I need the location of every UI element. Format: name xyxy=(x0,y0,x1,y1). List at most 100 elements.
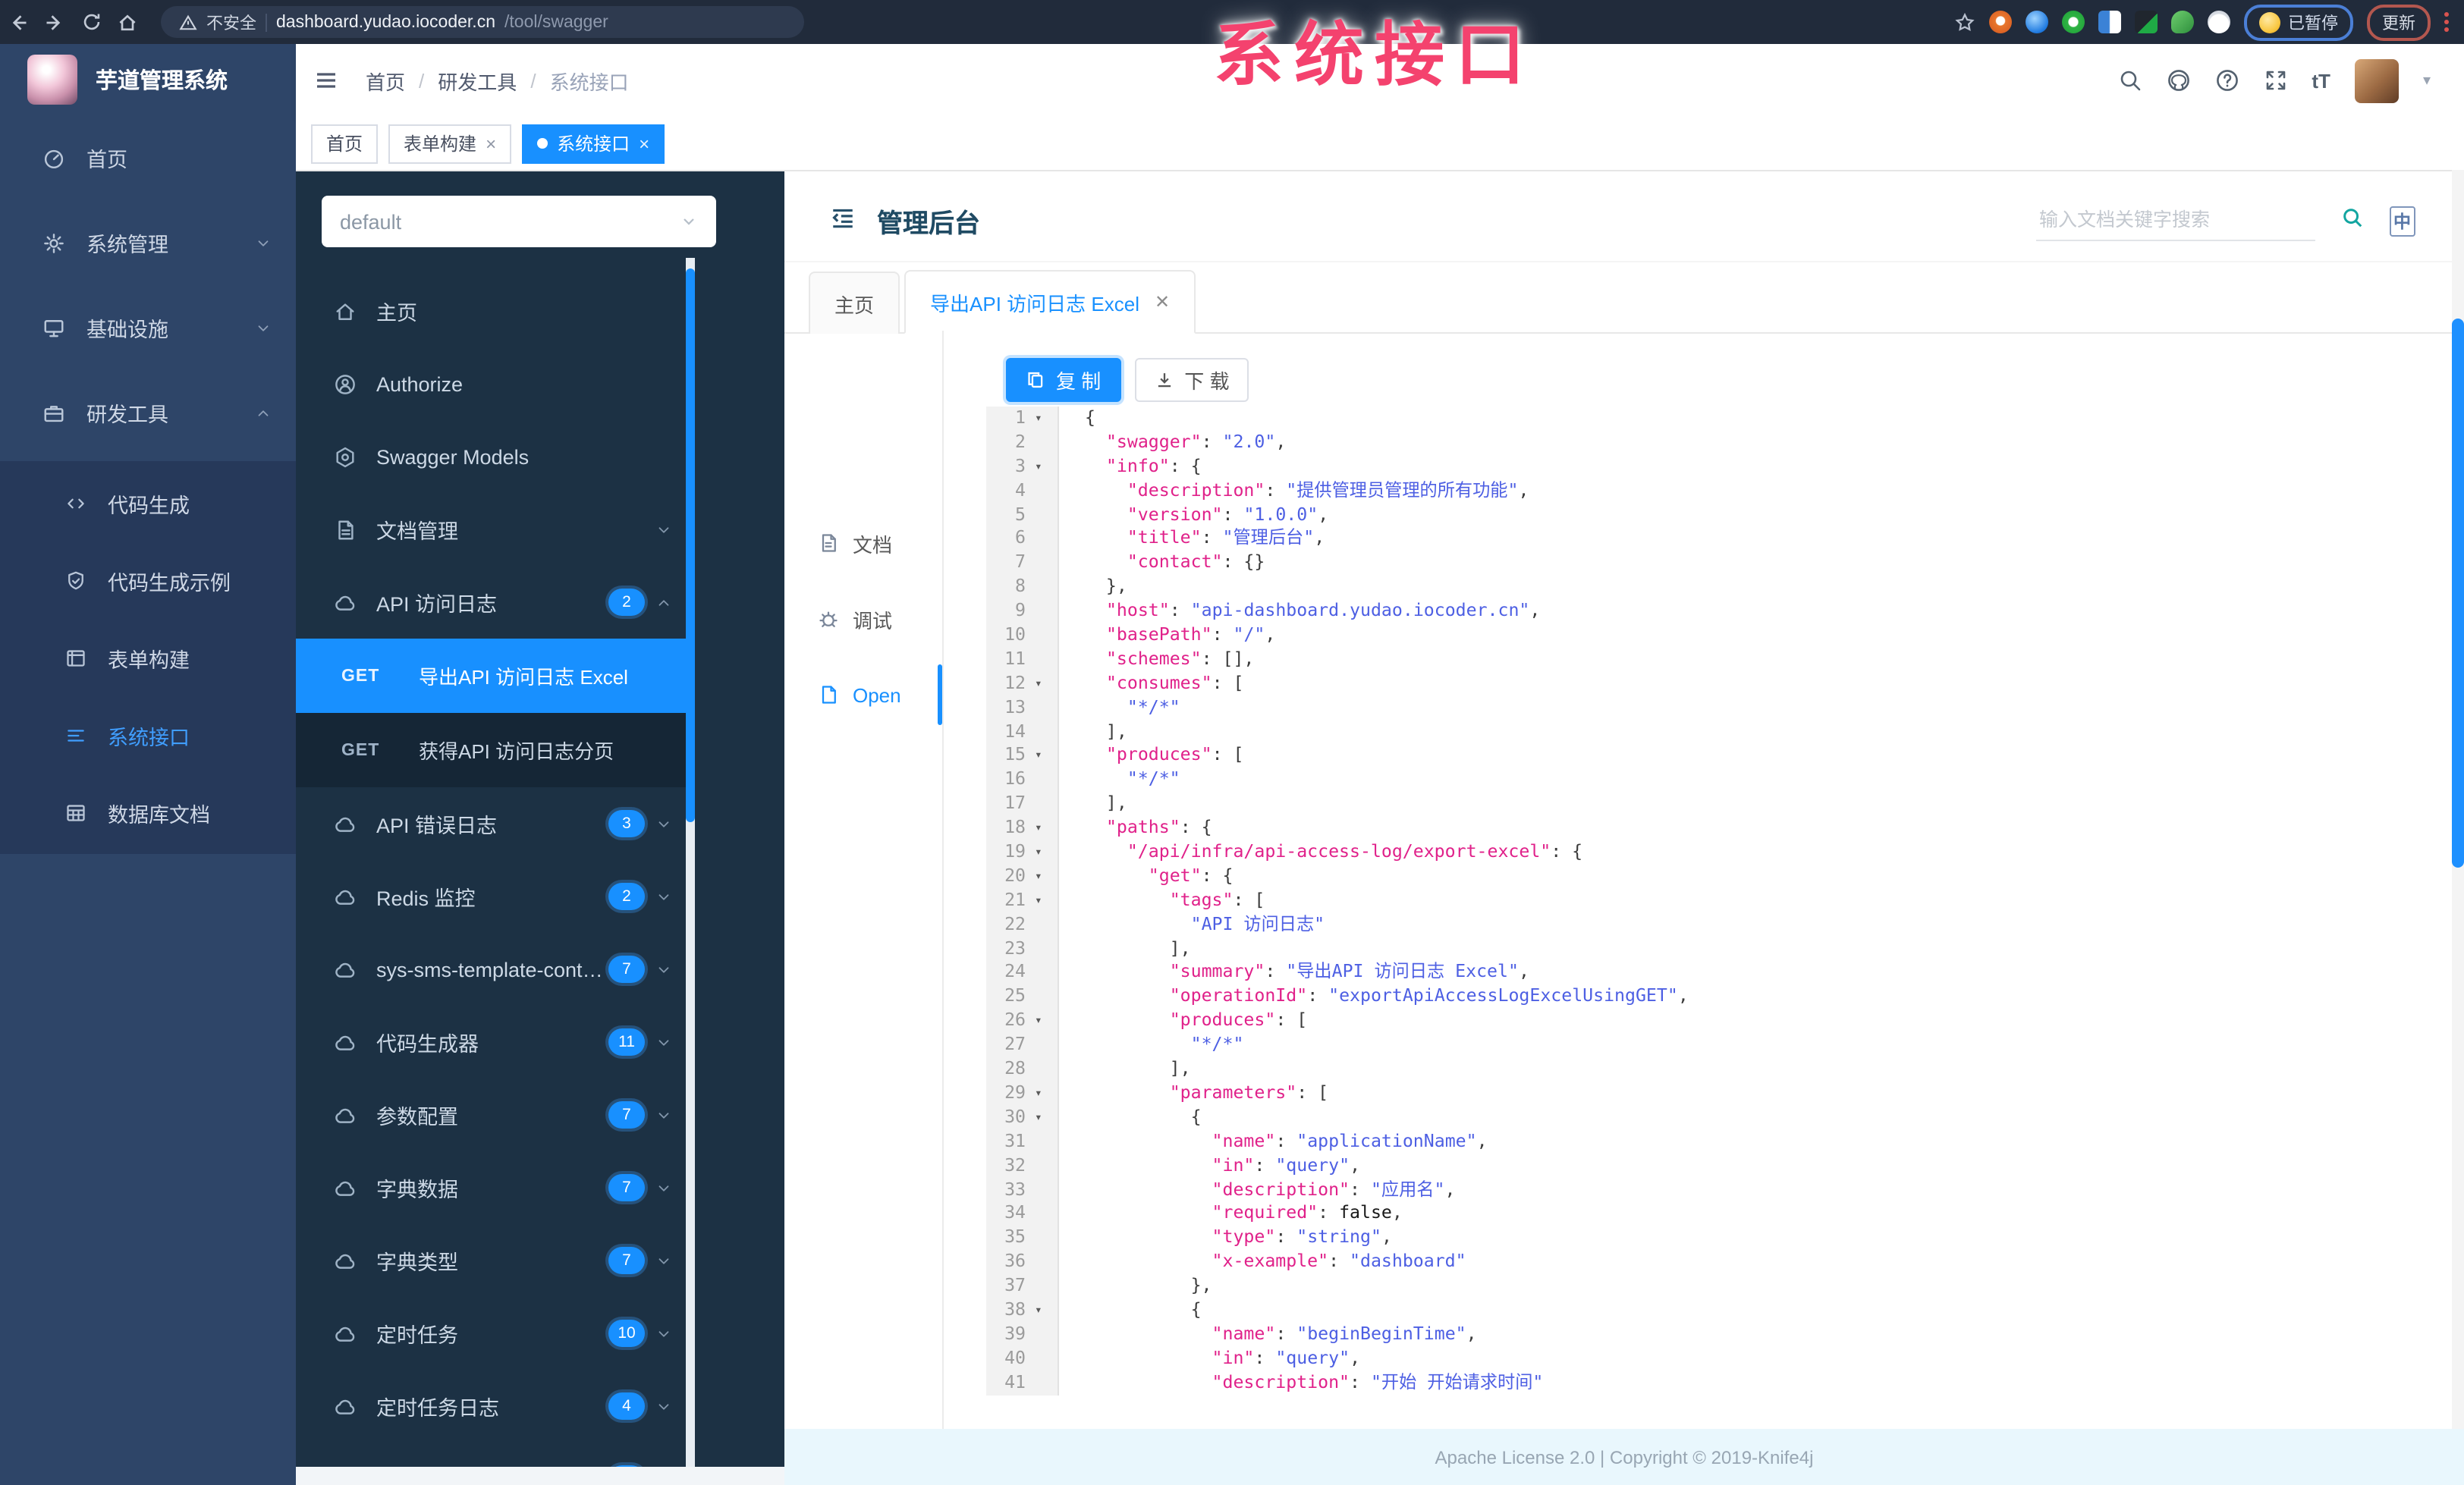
fold-arrow-icon[interactable]: ▾ xyxy=(1033,1009,1059,1034)
fold-arrow-icon[interactable]: ▾ xyxy=(1033,888,1059,913)
gm-extension-icon[interactable] xyxy=(2135,11,2158,33)
api-menu-item-12[interactable]: 定时任务 10 xyxy=(296,1297,687,1370)
doc-search-input[interactable] xyxy=(2036,206,2315,241)
gutter xyxy=(1033,1250,1059,1275)
api-menu-item-0[interactable]: 主页 xyxy=(296,275,687,347)
language-toggle[interactable]: 中 xyxy=(2389,206,2415,237)
api-menu-item-5[interactable]: API 错误日志 3 xyxy=(296,787,687,860)
browser-menu-icon[interactable] xyxy=(2444,12,2449,32)
api-menu-item-1[interactable]: Authorize xyxy=(296,347,687,420)
paw-extension-icon[interactable] xyxy=(2208,11,2230,33)
api-menu-item-14[interactable]: 岗位 xyxy=(296,1443,687,1467)
close-icon[interactable]: ✕ xyxy=(1155,291,1170,312)
chevron-down-icon[interactable]: ▾ xyxy=(2423,72,2431,89)
api-menu-item-11[interactable]: 字典类型 7 xyxy=(296,1224,687,1297)
api-menu-item-10[interactable]: 字典数据 7 xyxy=(296,1151,687,1224)
doc-tab-0[interactable]: 主页 xyxy=(809,272,900,334)
doc-tab-1[interactable]: 导出API 访问日志 Excel ✕ xyxy=(904,270,1196,334)
doc-nav-Open[interactable]: Open xyxy=(784,667,976,722)
breadcrumb-item[interactable]: 研发工具 xyxy=(438,66,517,95)
leaf-extension-icon[interactable] xyxy=(2171,11,2194,33)
sidebar-subitem-4[interactable]: 数据库文档 xyxy=(0,774,296,851)
sidebar-scrollbar-thumb[interactable] xyxy=(686,268,695,822)
api-menu-item-7[interactable]: sys-sms-template-controller 7 xyxy=(296,933,687,1006)
tag-0[interactable]: 首页 xyxy=(311,124,379,163)
fold-arrow-icon[interactable]: ▾ xyxy=(1033,407,1059,431)
line-number: 25 xyxy=(986,984,1033,1009)
hamburger-icon[interactable] xyxy=(314,68,338,93)
sidebar-subitem-1[interactable]: 代码生成示例 xyxy=(0,542,296,619)
api-menu-item-8[interactable]: 代码生成器 11 xyxy=(296,1006,687,1078)
github-icon[interactable] xyxy=(2166,68,2190,93)
close-icon[interactable]: × xyxy=(486,133,496,154)
page-scrollbar-thumb[interactable] xyxy=(2452,319,2464,868)
green-circle-extension-icon[interactable] xyxy=(2062,11,2085,33)
fold-arrow-icon[interactable]: ▾ xyxy=(1033,454,1059,479)
search-icon[interactable] xyxy=(2117,68,2142,93)
api-endpoint-0[interactable]: GET 导出API 访问日志 Excel xyxy=(296,639,687,713)
fullscreen-icon[interactable] xyxy=(2263,68,2287,93)
sidebar-item-2[interactable]: 基础设施 xyxy=(0,285,296,370)
warning-icon[interactable] xyxy=(179,13,197,31)
sidebar-subitem-0[interactable]: 代码生成 xyxy=(0,464,296,542)
sidebar-item-3[interactable]: 研发工具 xyxy=(0,370,296,455)
fold-arrow-icon[interactable]: ▾ xyxy=(1033,1298,1059,1323)
blue-drop-extension-icon[interactable] xyxy=(2026,11,2048,33)
api-menu-item-2[interactable]: Swagger Models xyxy=(296,420,687,493)
code-line: 22 "API 访问日志" xyxy=(986,912,2446,937)
url-host[interactable]: dashboard.yudao.iocoder.cn xyxy=(276,13,495,31)
copy-button[interactable]: 复 制 xyxy=(1006,358,1121,402)
security-label[interactable]: 不安全 xyxy=(206,10,256,34)
download-button[interactable]: 下 载 xyxy=(1134,358,1249,402)
question-icon[interactable] xyxy=(2214,68,2239,93)
file-icon xyxy=(818,684,839,705)
bookmark-star-icon[interactable] xyxy=(1954,11,1975,33)
active-indicator xyxy=(938,664,942,725)
update-button[interactable]: 更新 xyxy=(2367,4,2431,40)
api-menu-item-6[interactable]: Redis 监控 2 xyxy=(296,860,687,933)
tag-2[interactable]: 系统接口 × xyxy=(522,124,665,163)
code-text: "title": "管理后台", xyxy=(1127,526,1325,548)
fold-arrow-icon[interactable]: ▾ xyxy=(1033,671,1059,696)
chevron-up-icon xyxy=(655,594,672,611)
line-number: 23 xyxy=(986,937,1033,961)
orange-extension-icon[interactable] xyxy=(1989,11,2012,33)
count-badge: 11 xyxy=(608,1028,645,1056)
api-menu-label: 主页 xyxy=(376,302,417,325)
app-logo[interactable]: 芋道管理系统 xyxy=(0,44,296,114)
user-avatar[interactable] xyxy=(2354,58,2399,102)
collapse-menu-icon[interactable] xyxy=(830,205,856,231)
sidebar-item-0[interactable]: 首页 xyxy=(0,115,296,200)
doc-nav-调试[interactable]: 调试 xyxy=(784,592,976,646)
sidebar-item-1[interactable]: 系统管理 xyxy=(0,200,296,285)
fold-arrow-icon[interactable]: ▾ xyxy=(1033,840,1059,865)
close-icon[interactable]: × xyxy=(639,133,649,154)
fold-arrow-icon[interactable]: ▾ xyxy=(1033,1081,1059,1106)
address-bar[interactable]: 不安全 dashboard.yudao.iocoder.cn/tool/swag… xyxy=(161,6,804,38)
back-icon[interactable] xyxy=(0,4,36,40)
profile-chip[interactable]: 已暂停 xyxy=(2244,4,2353,40)
api-endpoint-1[interactable]: GET 获得API 访问日志分页 xyxy=(296,713,687,787)
fold-arrow-icon[interactable]: ▾ xyxy=(1033,864,1059,889)
api-menu-item-4[interactable]: API 访问日志 2 xyxy=(296,566,687,639)
home-icon[interactable] xyxy=(109,4,146,40)
grid-extension-icon[interactable] xyxy=(2098,11,2121,33)
fold-arrow-icon[interactable]: ▾ xyxy=(1033,1105,1059,1130)
sidebar-subitem-3[interactable]: 系统接口 xyxy=(0,696,296,774)
api-group-select[interactable]: default xyxy=(322,196,716,247)
code-line: 7 "contact": {} xyxy=(986,551,2446,576)
api-menu-item-13[interactable]: 定时任务日志 4 xyxy=(296,1370,687,1443)
reload-icon[interactable] xyxy=(73,4,109,40)
search-icon[interactable] xyxy=(2341,206,2364,229)
doc-nav-文档[interactable]: 文档 xyxy=(784,516,976,570)
api-menu-item-9[interactable]: 参数配置 7 xyxy=(296,1078,687,1151)
sidebar-subitem-2[interactable]: 表单构建 xyxy=(0,619,296,696)
font-size-icon[interactable]: tT xyxy=(2312,69,2330,92)
forward-icon[interactable] xyxy=(36,4,73,40)
fold-arrow-icon[interactable]: ▾ xyxy=(1033,743,1059,768)
tag-1[interactable]: 表单构建 × xyxy=(388,124,512,163)
api-menu-item-3[interactable]: 文档管理 xyxy=(296,493,687,566)
breadcrumb-item[interactable]: 首页 xyxy=(366,66,405,95)
fold-arrow-icon[interactable]: ▾ xyxy=(1033,816,1059,841)
swagger-json-editor[interactable]: 1 ▾{2 "swagger": "2.0", 3 ▾ "info": {4 "des… xyxy=(986,407,2446,1429)
